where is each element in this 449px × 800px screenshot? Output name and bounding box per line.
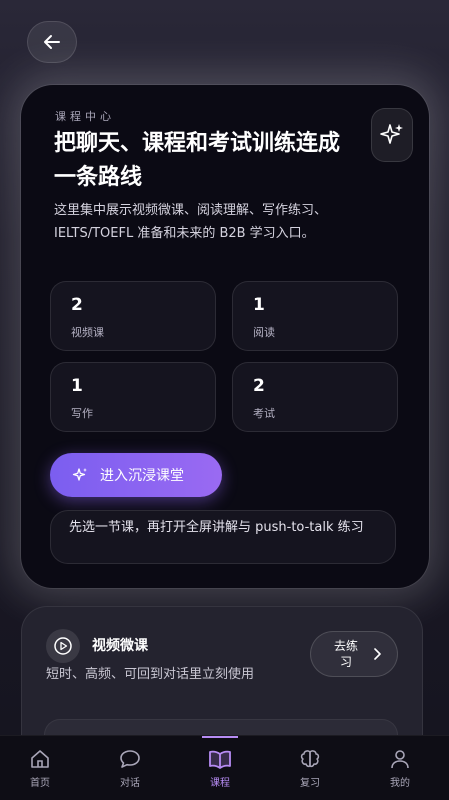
tab-label: 复习 — [300, 778, 320, 789]
tab-chat[interactable]: 对话 — [90, 736, 170, 800]
video-card-title: 视频微课 — [92, 638, 148, 654]
stat-card-writing[interactable]: 1 写作 — [50, 362, 216, 432]
sparkle-button[interactable] — [371, 108, 413, 162]
home-icon — [31, 750, 49, 768]
stat-label: 视频课 — [71, 326, 104, 339]
play-circle-icon — [46, 629, 80, 663]
go-practice-button[interactable]: 去练习 — [310, 631, 398, 677]
course-hero-card: 课程中心 把聊天、课程和考试训练连成一条路线 这里集中展示视频微课、阅读理解、写… — [21, 85, 429, 588]
hint-box: 先选一节课，再打开全屏讲解与 push-to-talk 练习 — [50, 510, 396, 564]
stat-value: 2 — [71, 295, 83, 315]
tab-label: 首页 — [30, 778, 50, 789]
brain-icon — [300, 750, 320, 768]
tab-profile[interactable]: 我的 — [360, 736, 440, 800]
stat-label: 考试 — [253, 407, 275, 420]
stat-value: 1 — [71, 376, 83, 396]
stat-card-exam[interactable]: 2 考试 — [232, 362, 398, 432]
tab-label: 对话 — [120, 778, 140, 789]
tab-label: 我的 — [390, 778, 410, 789]
tab-home[interactable]: 首页 — [0, 736, 80, 800]
tab-review[interactable]: 复习 — [270, 736, 350, 800]
tab-label: 课程 — [210, 778, 230, 789]
cta-label: 进入沉浸课堂 — [100, 468, 184, 484]
chevron-right-icon — [374, 648, 381, 660]
bottom-tab-bar: 首页 对话 课程 复习 我的 — [0, 735, 449, 800]
sparkle-icon — [72, 468, 87, 481]
arrow-left-icon — [44, 35, 60, 49]
hero-title: 把聊天、课程和考试训练连成一条路线 — [54, 131, 341, 190]
stat-card-reading[interactable]: 1 阅读 — [232, 281, 398, 351]
tab-courses[interactable]: 课程 — [180, 736, 260, 800]
hero-description: 这里集中展示视频微课、阅读理解、写作练习、IELTS/TOEFL 准备和未来的 … — [54, 203, 328, 241]
practice-label: 去练习 — [333, 639, 358, 669]
stat-label: 阅读 — [253, 326, 275, 339]
stat-value: 2 — [253, 376, 265, 396]
video-card-description: 短时、高频、可回到对话里立刻使用 — [46, 667, 255, 682]
back-button[interactable] — [27, 21, 77, 63]
stat-value: 1 — [253, 295, 265, 315]
chat-bubble-icon — [120, 750, 140, 768]
user-icon — [391, 750, 409, 769]
stat-card-video[interactable]: 2 视频课 — [50, 281, 216, 351]
enter-immersive-class-button[interactable]: 进入沉浸课堂 — [50, 453, 222, 497]
stat-label: 写作 — [71, 407, 93, 420]
book-icon — [209, 750, 231, 769]
eyebrow-label: 课程中心 — [55, 110, 115, 123]
sparkle-icon — [380, 124, 403, 144]
active-tab-indicator — [202, 736, 238, 738]
